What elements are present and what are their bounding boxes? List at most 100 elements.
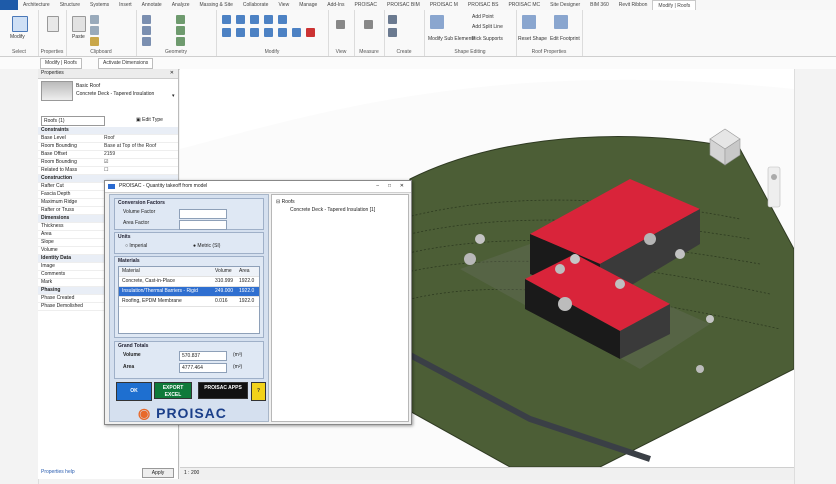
mirror-line-icon[interactable]: [264, 15, 273, 24]
panel-clipboard: Paste Clipboard: [66, 10, 137, 56]
ribbon-tab[interactable]: Systems: [85, 0, 114, 10]
copy-icon[interactable]: [90, 26, 99, 35]
add-point-button[interactable]: Add Point: [472, 14, 494, 20]
array-icon[interactable]: [278, 28, 287, 37]
table-row[interactable]: Roofing, EPDM Membrane 0.016 1922.0: [119, 297, 259, 307]
ribbon-tab[interactable]: BIM 360: [585, 0, 614, 10]
modify-icon[interactable]: [12, 16, 28, 32]
property-value[interactable]: ☐: [104, 167, 108, 174]
move-icon[interactable]: [222, 28, 231, 37]
tree-root[interactable]: ⊟ Roofs: [276, 199, 295, 205]
help-button[interactable]: ?: [251, 382, 266, 401]
join-icon[interactable]: [142, 37, 151, 46]
paste-icon[interactable]: [72, 16, 86, 32]
rotate-icon[interactable]: [250, 28, 259, 37]
create-group-icon[interactable]: [388, 28, 397, 37]
paste-label: Paste: [72, 34, 85, 40]
chevron-down-icon[interactable]: ▾: [172, 93, 175, 99]
ribbon: Modify Select Properties Paste Clipboard…: [0, 10, 836, 57]
align-icon[interactable]: [222, 15, 231, 24]
activate-dimensions-checkbox[interactable]: Activate Dimensions: [98, 58, 154, 69]
property-name: Base Offset: [41, 151, 68, 157]
ribbon-tab[interactable]: Collaborate: [238, 0, 274, 10]
ribbon-tab[interactable]: Insert: [114, 0, 137, 10]
panel-view: View: [328, 10, 355, 56]
file-tab[interactable]: [0, 0, 18, 10]
ribbon-tab[interactable]: Site Designer: [545, 0, 585, 10]
minimize-icon[interactable]: –: [376, 181, 379, 192]
cut-geometry-icon[interactable]: [142, 26, 151, 35]
copy-element-icon[interactable]: [236, 28, 245, 37]
maximize-icon[interactable]: □: [388, 181, 391, 192]
close-icon[interactable]: ✕: [170, 69, 174, 78]
ribbon-tab[interactable]: View: [273, 0, 294, 10]
unit-metric-radio[interactable]: ● Metric (SI): [193, 243, 220, 249]
wall-joins-icon[interactable]: [176, 15, 185, 24]
cut-icon[interactable]: [90, 15, 99, 24]
ok-button[interactable]: OK: [116, 382, 152, 401]
instance-selector[interactable]: Roofs (1): [41, 116, 105, 126]
match-properties-icon[interactable]: [90, 37, 99, 46]
measure-icon[interactable]: [364, 20, 373, 29]
delete-icon[interactable]: [306, 28, 315, 37]
properties-header: Properties ✕: [38, 69, 178, 79]
ribbon-tab[interactable]: Architecture: [18, 0, 55, 10]
table-row[interactable]: Concrete, Cast-in-Place 310.999 1922.0: [119, 277, 259, 287]
ribbon-tab[interactable]: Add-Ins: [322, 0, 349, 10]
export-excel-button[interactable]: EXPORT EXCEL: [154, 382, 192, 399]
panel-properties: Properties: [38, 10, 67, 56]
tree-item[interactable]: Concrete Deck - Tapered Insulation [1]: [290, 207, 375, 213]
view-icon[interactable]: [336, 20, 345, 29]
mirror-axis-icon[interactable]: [250, 15, 259, 24]
cope-icon[interactable]: [142, 15, 151, 24]
properties-icon[interactable]: [47, 16, 59, 32]
properties-section[interactable]: Constraints: [38, 127, 178, 135]
trim-icon[interactable]: [264, 28, 273, 37]
modify-sub-elements-button[interactable]: Modify Sub Elements: [428, 36, 475, 42]
scale-icon[interactable]: [292, 28, 301, 37]
add-split-line-button[interactable]: Add Split Line: [472, 24, 503, 30]
table-row[interactable]: Insulation/Thermal Barriers - Rigid 249.0…: [119, 287, 259, 297]
volume-factor-input[interactable]: [179, 209, 227, 219]
ribbon-tab[interactable]: Analyze: [167, 0, 195, 10]
ribbon-tab[interactable]: Annotate: [137, 0, 167, 10]
property-name: Comments: [41, 271, 66, 277]
offset-icon[interactable]: [236, 15, 245, 24]
ribbon-tab[interactable]: Massing & Site: [195, 0, 238, 10]
dialog-titlebar: PROISAC - Quantity takeoff from model – …: [105, 181, 411, 193]
ribbon-tab[interactable]: PROISAC BS: [463, 0, 504, 10]
edit-type-button[interactable]: ▣ Edit Type: [136, 116, 163, 124]
property-value[interactable]: ☑: [104, 159, 108, 166]
paint-icon[interactable]: [176, 37, 185, 46]
ribbon-tab[interactable]: PROISAC BIM: [382, 0, 425, 10]
edit-footprint-button[interactable]: Edit Footprint: [550, 36, 580, 42]
ribbon-tab[interactable]: Manage: [294, 0, 322, 10]
ribbon-tab[interactable]: Revit Ribbon: [614, 0, 653, 10]
reset-shape-icon[interactable]: [522, 15, 536, 29]
apply-button[interactable]: Apply: [142, 468, 174, 478]
property-value[interactable]: Roof: [104, 135, 115, 142]
type-name: Basic Roof: [76, 83, 101, 89]
property-value[interactable]: Base at Top of the Roof: [104, 143, 156, 150]
edit-footprint-icon[interactable]: [554, 15, 568, 29]
modify-sub-elements-icon[interactable]: [430, 15, 444, 29]
pick-supports-button[interactable]: Pick Supports: [472, 36, 503, 42]
split-face-icon[interactable]: [176, 26, 185, 35]
ribbon-tab[interactable]: PROISAC MC: [503, 0, 545, 10]
ribbon-tab[interactable]: Structure: [55, 0, 85, 10]
ribbon-tab[interactable]: PROISAC M: [425, 0, 463, 10]
view-scale[interactable]: 1 : 200: [184, 470, 199, 476]
ribbon-tab[interactable]: PROISAC: [350, 0, 383, 10]
close-dialog-icon[interactable]: ✕: [400, 181, 404, 192]
split-icon[interactable]: [278, 15, 287, 24]
ribbon-tab[interactable]: Modify | Roofs: [652, 0, 697, 11]
reset-shape-button[interactable]: Reset Shape: [518, 36, 547, 42]
create-parts-icon[interactable]: [388, 15, 397, 24]
property-value[interactable]: 2159: [104, 151, 115, 158]
cell-vol: 249.000: [215, 288, 234, 294]
properties-help-link[interactable]: Properties help: [41, 469, 75, 475]
properties-row: Room Bounding ☑: [38, 159, 178, 167]
area-factor-input[interactable]: [179, 220, 227, 230]
proisac-apps-button[interactable]: PROISAC APPS: [198, 382, 248, 399]
unit-imperial-radio[interactable]: ○ Imperial: [125, 243, 147, 249]
